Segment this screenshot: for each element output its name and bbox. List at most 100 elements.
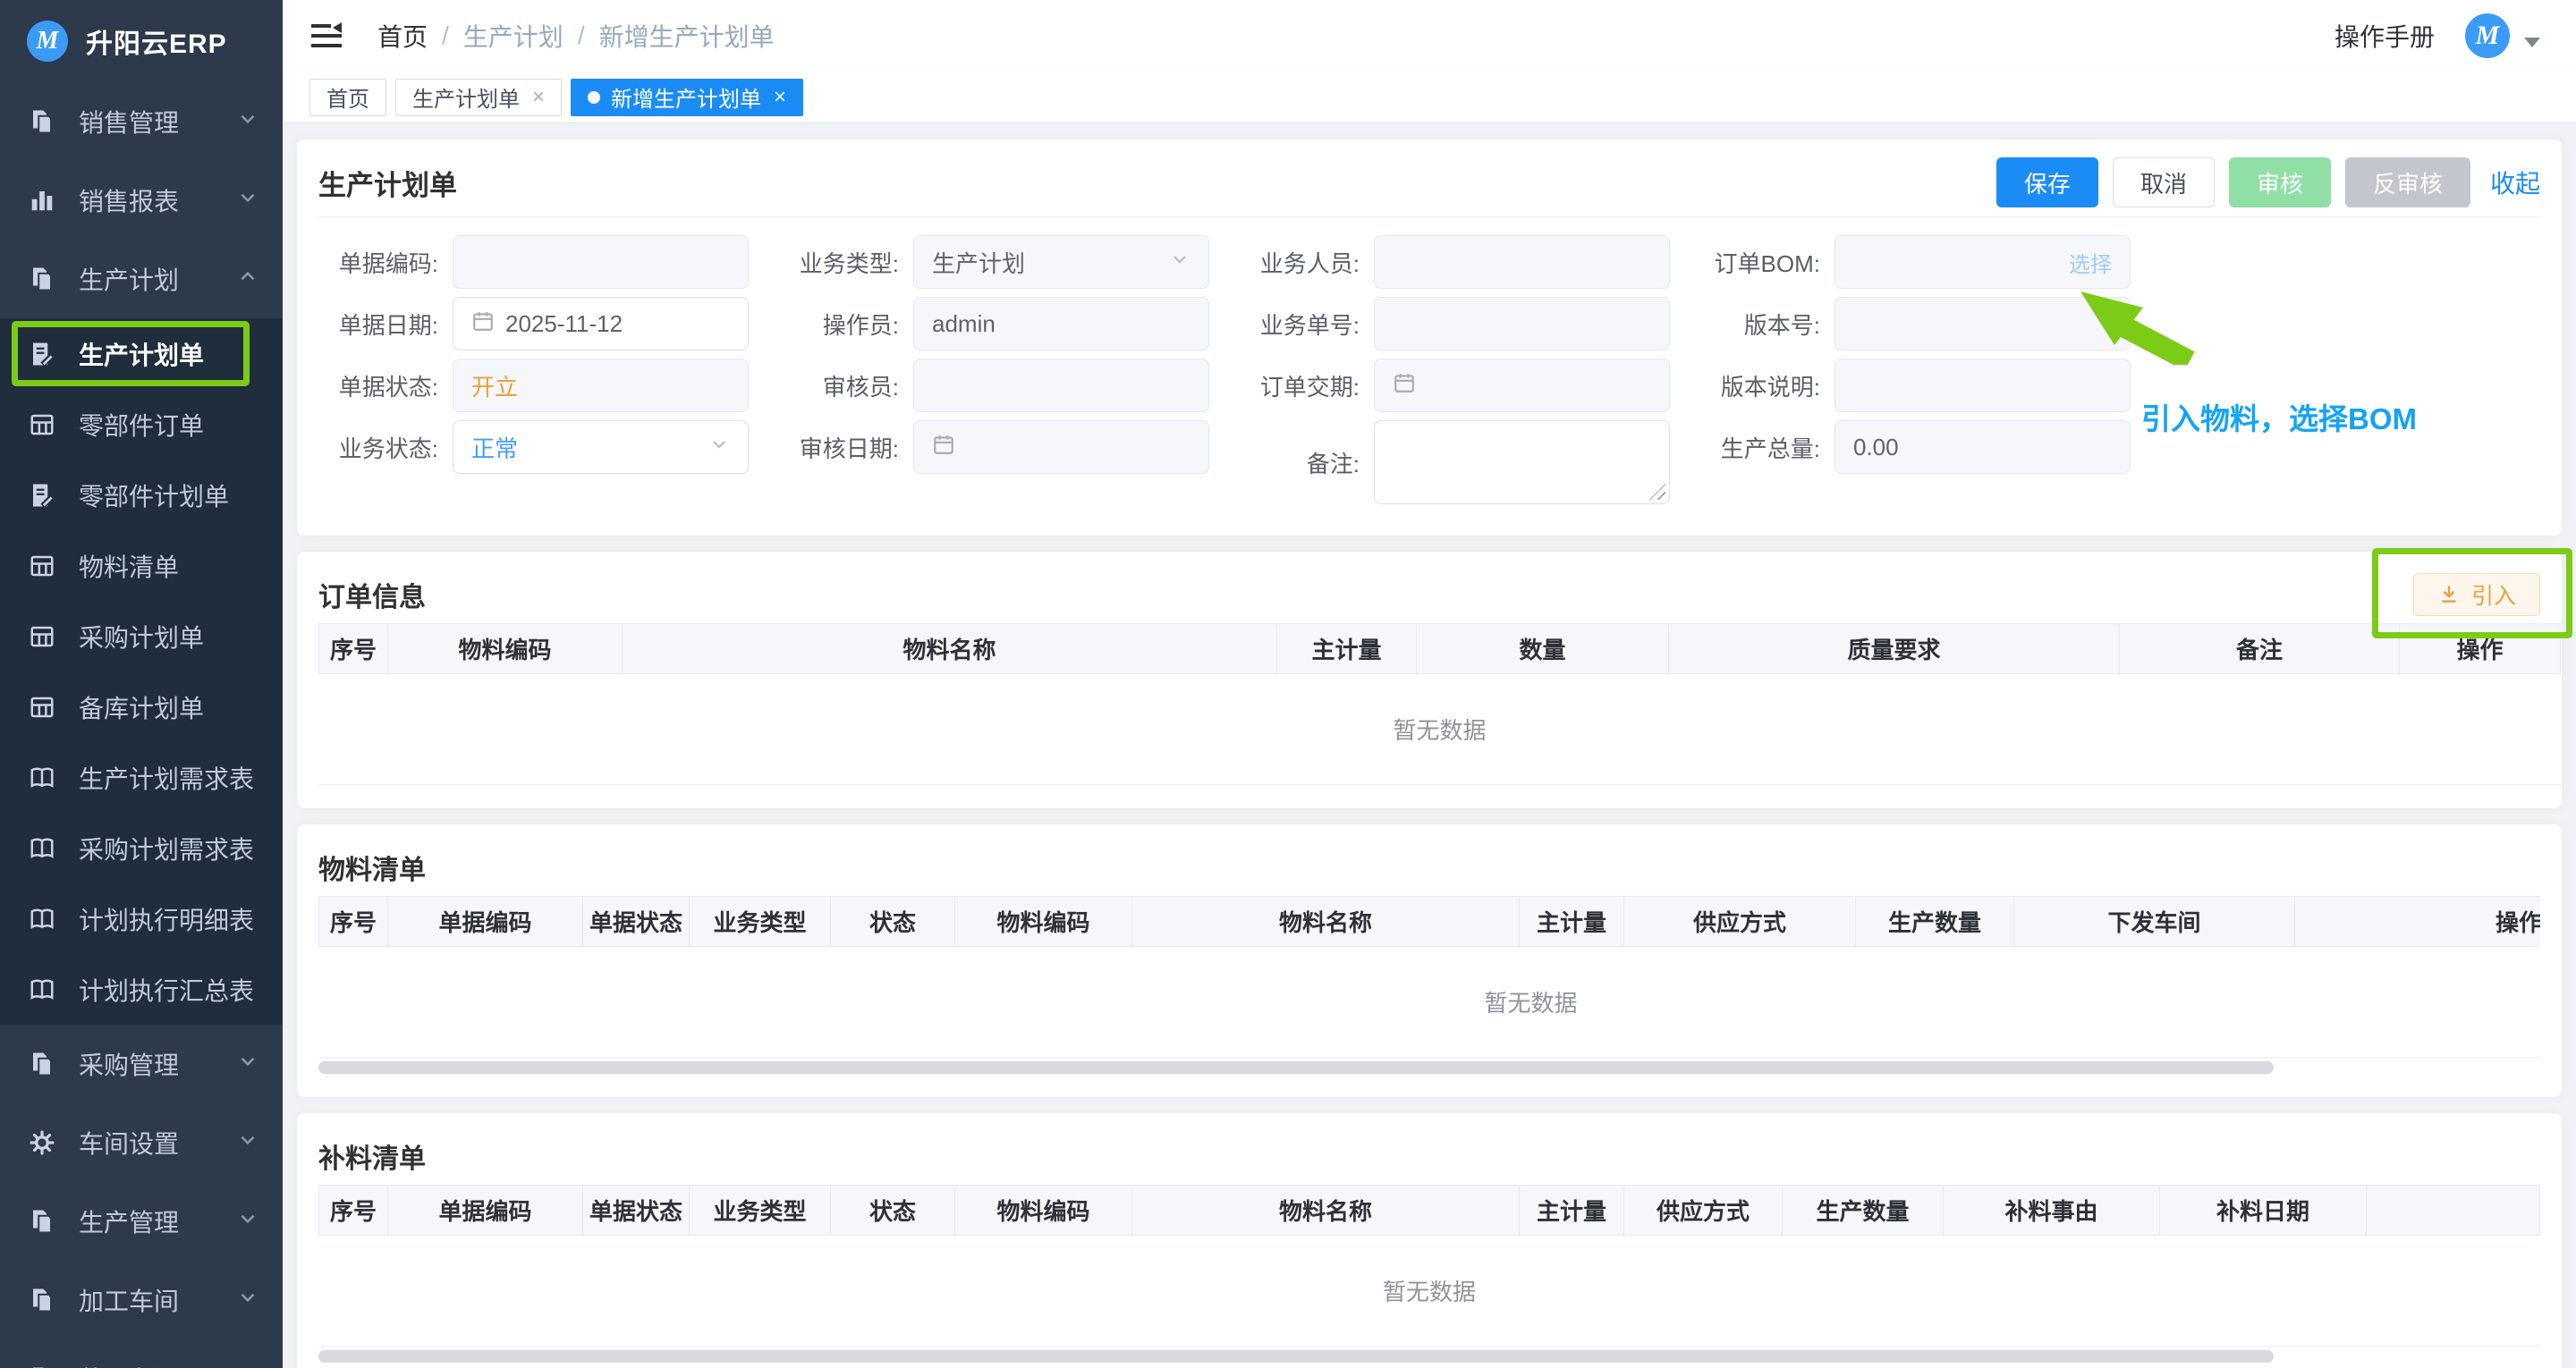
sidebar-item-label: 零部件订单 (79, 407, 204, 443)
chevron-down-icon (236, 1207, 259, 1237)
gear-icon (29, 1128, 57, 1157)
field-audit-date: 审核日期: (779, 420, 1209, 474)
chevron-down-icon (236, 107, 259, 137)
field-order-due: 订单交期: (1240, 359, 1670, 412)
download-icon (2437, 583, 2461, 606)
column-header: 状态 (831, 897, 955, 947)
collapse-link[interactable]: 收起 (2490, 165, 2540, 200)
tab-production-plan-order[interactable]: 生产计划单 × (395, 79, 562, 116)
version-no-input (1835, 297, 2131, 350)
status-value: 开立 (471, 369, 518, 402)
tab-new-production-plan-order[interactable]: 新增生产计划单 × (571, 79, 803, 116)
sidebar-collapse-icon[interactable] (309, 20, 345, 52)
order-info-card: 订单信息 引入 序号 物料编码 (297, 552, 2562, 808)
sidebar-item-parts-order[interactable]: 零部件订单 (0, 389, 283, 460)
breadcrumb-production-plan[interactable]: 生产计划 (463, 18, 564, 54)
sidebar-item-label: 生产计划单 (79, 336, 204, 372)
replenish-list-card: 补料清单 序号 单据编码 单据状态 业务类型 (297, 1113, 2562, 1368)
close-icon[interactable]: × (774, 85, 786, 110)
sidebar-item-label: 生产管理 (79, 1203, 179, 1239)
cancel-button[interactable]: 取消 (2113, 157, 2215, 207)
total-qty-input: 0.00 (1835, 420, 2131, 474)
sidebar-item-purchase-demand-report[interactable]: 采购计划需求表 (0, 813, 283, 883)
save-button[interactable]: 保存 (1996, 157, 2098, 207)
sidebar-item-stock-plan-order[interactable]: 备库计划单 (0, 671, 283, 742)
select-value: 生产计划 (932, 246, 1025, 279)
close-icon[interactable]: × (532, 85, 545, 110)
field-biz-person: 业务人员: (1240, 235, 1670, 289)
remark-textarea[interactable] (1374, 420, 1670, 504)
table-clip: 序号 单据编码 单据状态 业务类型 状态 物料编码 物料名称 主计量 供应方式 … (318, 896, 2540, 1058)
select-value: 正常 (471, 431, 518, 464)
field-label: 业务状态: (318, 431, 453, 464)
manual-link[interactable]: 操作手册 (2334, 18, 2435, 54)
column-header: 物料名称 (1132, 897, 1520, 947)
field-label: 操作员: (779, 308, 913, 341)
chevron-down-icon (236, 1364, 259, 1368)
field-biz-no: 业务单号: (1240, 297, 1670, 350)
scrollbar-thumb[interactable] (318, 1061, 2274, 1074)
documents-icon (29, 1207, 57, 1236)
document-edit-icon (29, 340, 57, 368)
sidebar-item-purchase-mgmt[interactable]: 采购管理 (0, 1025, 283, 1103)
sidebar-item-workshop-settings[interactable]: 车间设置 (0, 1103, 283, 1182)
sidebar-item-label: 采购管理 (79, 1046, 179, 1082)
avatar[interactable]: M (2465, 13, 2510, 58)
doc-date-input[interactable]: 2025-11-12 (453, 297, 749, 350)
column-header: 主计量 (1277, 624, 1417, 674)
sidebar-menu: 销售管理 销售报表 生产计划 生产计划单 (0, 82, 283, 1368)
breadcrumb-home[interactable]: 首页 (377, 18, 428, 54)
sidebar-item-label: 计划执行汇总表 (79, 972, 254, 1008)
sidebar-item-label: 采购计划单 (79, 619, 204, 654)
unaudit-button: 反审核 (2345, 157, 2470, 207)
production-plan-submenu: 生产计划单 零部件订单 零部件计划单 物料清单 (0, 318, 283, 1025)
page-content: 生产计划单 保存 取消 审核 反审核 收起 单据编码: 业务类型: (283, 123, 2576, 1368)
sidebar-item-plan-exec-summary-report[interactable]: 计划执行汇总表 (0, 954, 283, 1025)
sidebar-item-purchase-plan-order[interactable]: 采购计划单 (0, 601, 283, 671)
sidebar-item-label: 备库计划单 (79, 689, 204, 725)
sidebar-item-production-plan-order[interactable]: 生产计划单 (0, 318, 283, 389)
field-label: 业务单号: (1240, 308, 1374, 341)
bom-select-link[interactable]: 选择 (2069, 247, 2112, 278)
column-header: 序号 (319, 624, 388, 674)
user-menu-caret-icon[interactable] (2524, 38, 2540, 47)
field-order-bom: 订单BOM: 选择 (1700, 235, 2131, 289)
field-operator: 操作员: admin (779, 297, 1209, 350)
doc-code-input (453, 235, 749, 289)
documents-icon (29, 1364, 57, 1368)
biz-no-input (1374, 297, 1670, 350)
tab-home[interactable]: 首页 (309, 79, 386, 116)
sidebar: M 升阳云ERP 销售管理 销售报表 生产计划 (0, 0, 283, 1368)
book-icon (29, 764, 57, 792)
sidebar-item-production-plan-group[interactable]: 生产计划 (0, 240, 283, 318)
calendar-icon (471, 309, 495, 339)
sidebar-item-production-mgmt[interactable]: 生产管理 (0, 1182, 283, 1261)
scrollbar-thumb[interactable] (318, 1350, 2274, 1363)
sidebar-item-sales-report[interactable]: 销售报表 (0, 161, 283, 240)
field-label: 单据状态: (318, 369, 453, 402)
book-icon (29, 905, 57, 933)
input-value: admin (932, 310, 996, 338)
sidebar-item-label: 销售管理 (79, 104, 179, 139)
empty-state: 暂无数据 (319, 1236, 2540, 1347)
column-header: 主计量 (1520, 1186, 1624, 1236)
biz-type-select: 生产计划 (913, 235, 1209, 289)
navbar-right: 操作手册 M (2334, 13, 2540, 58)
field-doc-status: 单据状态: 开立 (318, 359, 749, 412)
sidebar-item-production-demand-report[interactable]: 生产计划需求表 (0, 742, 283, 813)
field-label: 单据编码: (318, 246, 453, 279)
sidebar-item-sales-mgmt[interactable]: 销售管理 (0, 82, 283, 161)
breadcrumb-current: 新增生产计划单 (599, 18, 775, 54)
sidebar-item-parts-plan-order[interactable]: 零部件计划单 (0, 460, 283, 530)
sidebar-item-processing-workshop[interactable]: 加工车间 (0, 1261, 283, 1339)
column-header: 供应方式 (1624, 1186, 1783, 1236)
sidebar-item-plan-exec-detail-report[interactable]: 计划执行明细表 (0, 883, 283, 954)
field-version-desc: 版本说明: (1700, 359, 2131, 412)
biz-status-select[interactable]: 正常 (453, 420, 749, 474)
order-info-table: 序号 物料编码 物料名称 主计量 数量 质量要求 备注 操作 暂无数据 (318, 623, 2561, 785)
sidebar-item-material-list[interactable]: 物料清单 (0, 530, 283, 601)
import-button[interactable]: 引入 (2413, 573, 2540, 616)
sidebar-item-assembly-workshop[interactable]: 装配车间 (0, 1339, 283, 1368)
column-header: 物料编码 (955, 897, 1132, 947)
field-doc-code: 单据编码: (318, 235, 749, 289)
